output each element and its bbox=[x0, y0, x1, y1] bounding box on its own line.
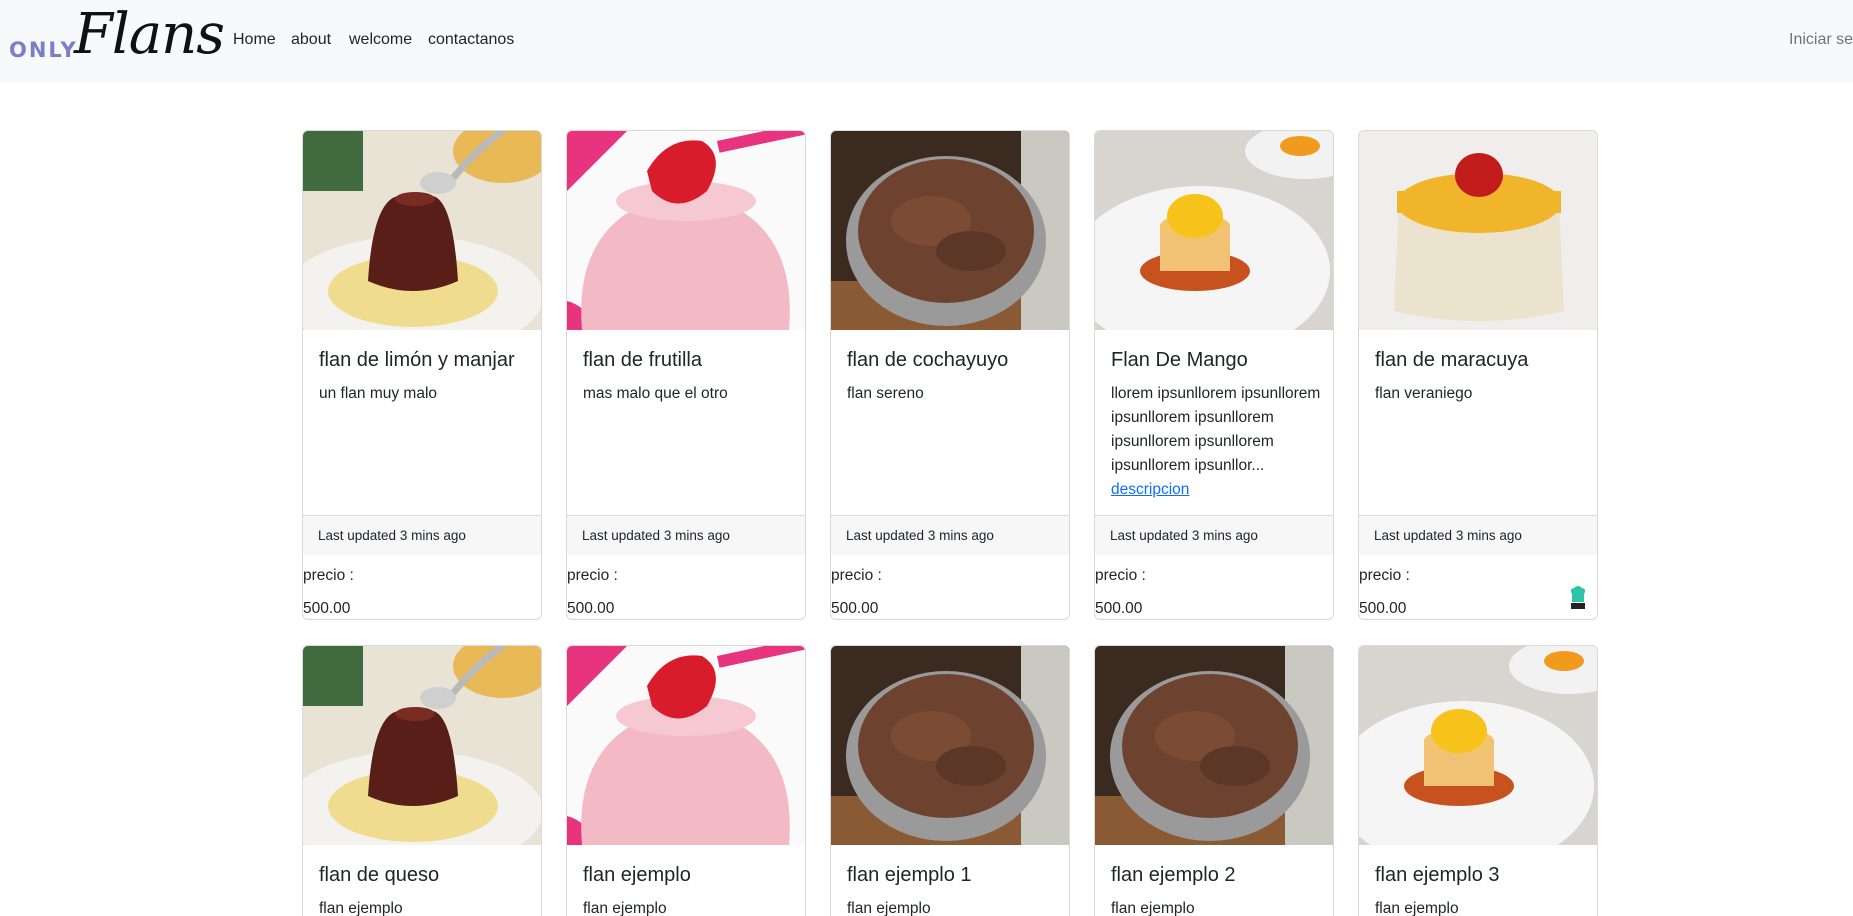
card-description: flan veraniego bbox=[1375, 385, 1473, 402]
product-card[interactable]: flan ejemplo flan ejemplo bbox=[566, 645, 806, 916]
price-label: precio : bbox=[1359, 567, 1410, 584]
card-description: mas malo que el otro bbox=[583, 385, 728, 402]
mango-flan-image bbox=[1095, 131, 1333, 330]
nav-contactanos-link[interactable]: contactanos bbox=[428, 31, 514, 49]
cochayuyo-pot-image bbox=[831, 131, 1069, 330]
card-footer: Last updated 3 mins ago bbox=[1359, 515, 1597, 555]
descripcion-link[interactable]: descripcion bbox=[1111, 481, 1189, 498]
last-updated-text: Last updated 3 mins ago bbox=[582, 528, 730, 543]
nav-home-link[interactable]: Home bbox=[233, 31, 276, 49]
price-value: 500.00 bbox=[831, 600, 879, 617]
nav-welcome-link[interactable]: welcome bbox=[349, 31, 412, 49]
card-description: flan sereno bbox=[847, 385, 924, 402]
flan-caramel-image bbox=[303, 131, 541, 330]
strawberry-flan-image bbox=[567, 131, 805, 330]
price-value: 500.00 bbox=[1359, 600, 1407, 617]
card-footer: Last updated 3 mins ago bbox=[831, 515, 1069, 555]
product-card[interactable]: flan ejemplo 2 flan ejemplo bbox=[1094, 645, 1334, 916]
product-card[interactable]: flan ejemplo 1 flan ejemplo bbox=[830, 645, 1070, 916]
product-card[interactable]: Flan De Mango llorem ipsunllorem ipsunll… bbox=[1094, 130, 1334, 620]
card-footer: Last updated 3 mins ago bbox=[1095, 515, 1333, 555]
card-footer: Last updated 3 mins ago bbox=[567, 515, 805, 555]
product-card[interactable]: flan de queso flan ejemplo bbox=[302, 645, 542, 916]
maracuya-flan-image bbox=[1359, 131, 1597, 330]
product-card[interactable]: flan de limón y manjar un flan muy malo … bbox=[302, 130, 542, 620]
card-title: Flan De Mango bbox=[1111, 349, 1248, 371]
card-title: flan de cochayuyo bbox=[847, 349, 1009, 371]
login-link[interactable]: Iniciar ses bbox=[1789, 31, 1853, 49]
card-title: flan de limón y manjar bbox=[319, 349, 515, 371]
card-title: flan ejemplo 1 bbox=[847, 864, 972, 886]
card-title: flan ejemplo bbox=[583, 864, 691, 886]
strawberry-flan-image bbox=[567, 646, 805, 845]
navbar: ONLY Flans Home about welcome contactano… bbox=[0, 0, 1853, 82]
card-title: flan ejemplo 3 bbox=[1375, 864, 1500, 886]
last-updated-text: Last updated 3 mins ago bbox=[1374, 528, 1522, 543]
card-description: flan ejemplo bbox=[847, 900, 931, 916]
product-card[interactable]: flan de cochayuyo flan sereno Last updat… bbox=[830, 130, 1070, 620]
mango-flan-image bbox=[1359, 646, 1597, 845]
last-updated-text: Last updated 3 mins ago bbox=[1110, 528, 1258, 543]
nav-about-link[interactable]: about bbox=[291, 31, 331, 49]
card-title: flan de frutilla bbox=[583, 349, 702, 371]
card-description: flan ejemplo bbox=[583, 900, 667, 916]
price-label: precio : bbox=[1095, 567, 1146, 584]
card-description: un flan muy malo bbox=[319, 385, 438, 402]
card-footer: Last updated 3 mins ago bbox=[303, 515, 541, 555]
card-description: flan ejemplo bbox=[1111, 900, 1195, 916]
price-label: precio : bbox=[831, 567, 882, 584]
price-label: precio : bbox=[567, 567, 618, 584]
price-value: 500.00 bbox=[303, 600, 351, 617]
brand-prefix: ONLY bbox=[9, 38, 78, 62]
product-card[interactable]: flan de frutilla mas malo que el otro La… bbox=[566, 130, 806, 620]
price-value: 500.00 bbox=[1095, 600, 1143, 617]
brand-logo[interactable]: ONLY Flans bbox=[8, 2, 225, 68]
cochayuyo-pot-image bbox=[831, 646, 1069, 845]
card-title: flan de queso bbox=[319, 864, 440, 886]
flan-caramel-image bbox=[303, 646, 541, 845]
last-updated-text: Last updated 3 mins ago bbox=[846, 528, 994, 543]
brand-name: Flans bbox=[74, 2, 225, 67]
price-value: 500.00 bbox=[567, 600, 615, 617]
last-updated-text: Last updated 3 mins ago bbox=[318, 528, 466, 543]
product-card[interactable]: flan de maracuya flan veraniego Last upd… bbox=[1358, 130, 1598, 620]
chef-hat-icon bbox=[1569, 585, 1587, 611]
card-title: flan de maracuya bbox=[1375, 349, 1529, 371]
card-title: flan ejemplo 2 bbox=[1111, 864, 1236, 886]
product-card[interactable]: flan ejemplo 3 flan ejemplo bbox=[1358, 645, 1598, 916]
card-description: flan ejemplo bbox=[319, 900, 403, 916]
price-label: precio : bbox=[303, 567, 354, 584]
card-description: flan ejemplo bbox=[1375, 900, 1459, 916]
cochayuyo-pot-image bbox=[1095, 646, 1333, 845]
card-description-text: llorem ipsunllorem ipsunllorem ipsunllor… bbox=[1111, 385, 1321, 474]
card-description: llorem ipsunllorem ipsunllorem ipsunllor… bbox=[1111, 382, 1323, 502]
